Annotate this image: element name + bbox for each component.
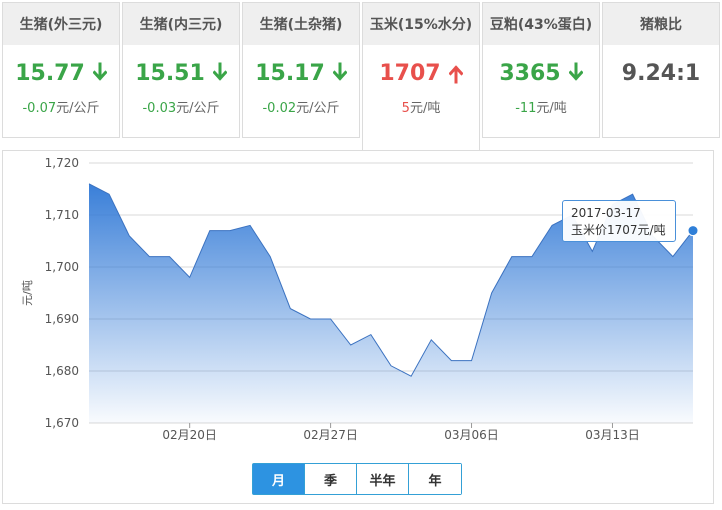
card-change-unit: 元/公斤 [56, 101, 100, 116]
range-button-quarter[interactable]: 季 [305, 464, 357, 494]
card-title: 生猪(土杂猪) [243, 3, 359, 45]
highlight-point [687, 225, 699, 237]
down-arrow-icon [212, 62, 228, 84]
card-soymeal[interactable]: 豆粕(43%蛋白) 3365 -11元/吨 [482, 2, 600, 138]
card-change-num: -0.02 [262, 101, 297, 116]
card-value-text: 9.24:1 [621, 60, 701, 86]
card-hog-grain-ratio[interactable]: 猪粮比 9.24:1 [602, 2, 720, 138]
y-tick-label: 1,680 [45, 364, 79, 378]
card-change-num: -0.03 [142, 101, 177, 116]
card-change: -0.03元/公斤 [123, 97, 239, 116]
card-change: -0.02元/公斤 [243, 97, 359, 116]
range-buttons: 月 季 半年 年 [252, 463, 462, 495]
card-pig-mixed[interactable]: 生猪(土杂猪) 15.17 -0.02元/公斤 [242, 2, 360, 138]
card-value-text: 1707 [379, 60, 441, 86]
range-button-halfyear[interactable]: 半年 [357, 464, 409, 494]
card-change-unit: 元/吨 [536, 101, 567, 116]
y-axis-label: 元/吨 [21, 280, 34, 306]
card-corn[interactable]: 玉米(15%水分) 1707 5元/吨 [362, 2, 480, 152]
x-tick-label: 02月20日 [162, 428, 217, 442]
card-title: 生猪(内三元) [123, 3, 239, 45]
y-tick-label: 1,720 [45, 156, 79, 170]
card-value: 3365 [483, 49, 599, 97]
card-title: 豆粕(43%蛋白) [483, 3, 599, 45]
card-change-num: 5 [401, 101, 410, 116]
card-change-unit: 元/公斤 [176, 101, 220, 116]
tooltip-text: 玉米价1707元/吨 [571, 223, 666, 237]
card-title: 玉米(15%水分) [363, 3, 479, 45]
range-button-month[interactable]: 月 [253, 464, 305, 494]
y-tick-label: 1,700 [45, 260, 79, 274]
y-tick-label: 1,710 [45, 208, 79, 222]
down-arrow-icon [567, 62, 584, 84]
x-tick-label: 03月06日 [444, 428, 499, 442]
card-change-num: -0.07 [22, 101, 57, 116]
x-tick-label: 02月27日 [303, 428, 358, 442]
card-pig-inner[interactable]: 生猪(内三元) 15.51 -0.03元/公斤 [122, 2, 240, 138]
card-change-unit: 元/公斤 [296, 101, 340, 116]
card-change: -11元/吨 [483, 97, 599, 116]
card-value: 9.24:1 [603, 49, 719, 97]
range-button-year[interactable]: 年 [409, 464, 461, 494]
chart-tooltip: 2017-03-17 玉米价1707元/吨 [562, 200, 676, 242]
card-change: 5元/吨 [363, 97, 479, 116]
card-title: 猪粮比 [603, 3, 719, 45]
card-value: 15.77 [3, 49, 119, 97]
card-value: 15.17 [243, 49, 359, 97]
card-value-text: 15.77 [15, 60, 85, 86]
x-tick-label: 03月13日 [585, 428, 640, 442]
card-change-num: -11 [515, 101, 537, 116]
card-value-text: 3365 [499, 60, 561, 86]
card-value-text: 15.51 [135, 60, 205, 86]
card-value: 15.51 [123, 49, 239, 97]
card-change-unit: 元/吨 [409, 101, 441, 116]
price-cards: 生猪(外三元) 15.77 -0.07元/公斤 生猪(内三元) 15.51 -0… [0, 0, 722, 152]
card-value: 1707 [363, 49, 479, 97]
tooltip-date: 2017-03-17 [571, 206, 641, 220]
card-title: 生猪(外三元) [3, 3, 119, 45]
y-tick-label: 1,670 [45, 416, 79, 430]
down-arrow-icon [332, 62, 348, 84]
card-value-text: 15.17 [255, 60, 325, 86]
up-arrow-icon [447, 62, 464, 84]
card-pig-outer[interactable]: 生猪(外三元) 15.77 -0.07元/公斤 [2, 2, 120, 138]
card-change: -0.07元/公斤 [3, 97, 119, 116]
y-tick-label: 1,690 [45, 312, 79, 326]
down-arrow-icon [92, 62, 108, 84]
